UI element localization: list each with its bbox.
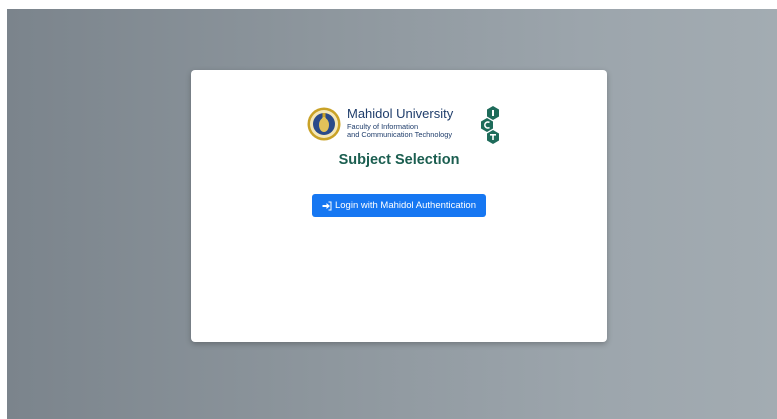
university-name: Mahidol University: [347, 106, 454, 121]
login-button-label: Login with Mahidol Authentication: [334, 200, 476, 211]
ict-hexagon-logo-icon: [481, 106, 499, 144]
login-card: Mahidol University Faculty of Informatio…: [191, 70, 607, 342]
page-title: Subject Selection: [338, 152, 460, 168]
sign-in-icon: [322, 201, 332, 210]
faculty-logo: Mahidol University Faculty of Informatio…: [307, 106, 507, 148]
mahidol-seal-icon: [307, 107, 341, 141]
login-button[interactable]: Login with Mahidol Authentication: [312, 194, 486, 217]
faculty-name-line2: and Communication Technology: [347, 130, 453, 139]
page-background: Mahidol University Faculty of Informatio…: [7, 9, 777, 419]
